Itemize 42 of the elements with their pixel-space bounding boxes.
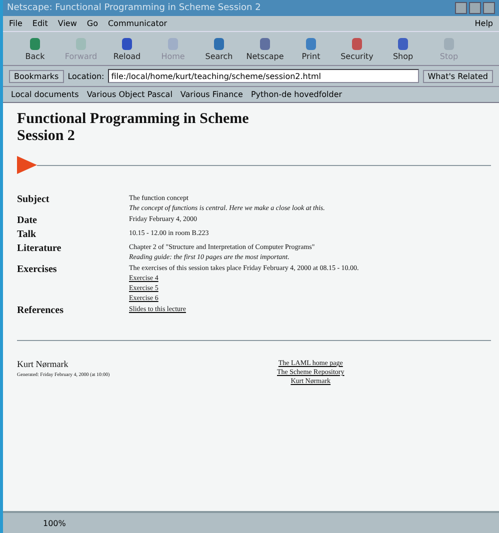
menu-item[interactable]: File	[9, 19, 22, 28]
menu-item[interactable]: Go	[86, 19, 98, 28]
toolbar-button[interactable]: Netscape	[243, 34, 287, 63]
bookmark-link[interactable]: Local documents	[11, 90, 79, 99]
toolbar-icon	[395, 36, 411, 52]
row-label: References	[17, 305, 64, 316]
progress-text: 100%	[43, 518, 66, 528]
menu-item[interactable]: Communicator	[108, 19, 168, 28]
page-title: Functional Programming in Scheme Session 2	[17, 111, 250, 144]
row-label: Talk	[17, 229, 38, 240]
bookmark-link[interactable]: Python-de hovedfolder	[250, 90, 342, 99]
bookmark-link[interactable]: Various Object Pascal	[86, 90, 172, 99]
toolbar-icon	[27, 36, 43, 52]
toolbar-icon	[257, 36, 273, 52]
toolbar-icon	[165, 36, 181, 52]
toolbar-icon	[303, 36, 319, 52]
toolbar-button[interactable]: Shop	[381, 34, 425, 63]
whats-related-button[interactable]: What's Related	[422, 70, 493, 82]
toolbar-icon	[211, 36, 227, 52]
bookmark-link[interactable]: Various Finance	[180, 90, 243, 99]
location-label: Location:	[68, 72, 104, 80]
row-label: Date	[17, 215, 38, 226]
toolbar-button[interactable]: Search	[197, 34, 241, 63]
author-name: Kurt Nørmark	[17, 359, 68, 369]
menu-item[interactable]: View	[58, 19, 77, 28]
toolbar-icon	[349, 36, 365, 52]
toolbar-button[interactable]: Reload	[105, 34, 149, 63]
triangle-icon	[17, 156, 37, 174]
menu-item[interactable]: Help	[474, 19, 493, 28]
toolbar-icon	[441, 36, 457, 52]
row-label: Literature	[17, 243, 62, 256]
menu-item[interactable]: Edit	[32, 19, 48, 28]
bookmarks-button[interactable]: Bookmarks	[9, 70, 64, 82]
url-field[interactable]: file:/local/home/kurt/teaching/scheme/session2.html	[108, 69, 419, 83]
toolbar-button[interactable]: Print	[289, 34, 333, 63]
row-label: Subject	[17, 194, 50, 207]
toolbar-button[interactable]: Security	[335, 34, 379, 63]
window-title: Netscape: Functional Programming in Scheme Session 2	[7, 3, 261, 13]
toolbar-icon	[73, 36, 89, 52]
toolbar-icon	[119, 36, 135, 52]
row-label: Exercises	[17, 264, 58, 277]
toolbar-button[interactable]: Back	[13, 34, 57, 63]
